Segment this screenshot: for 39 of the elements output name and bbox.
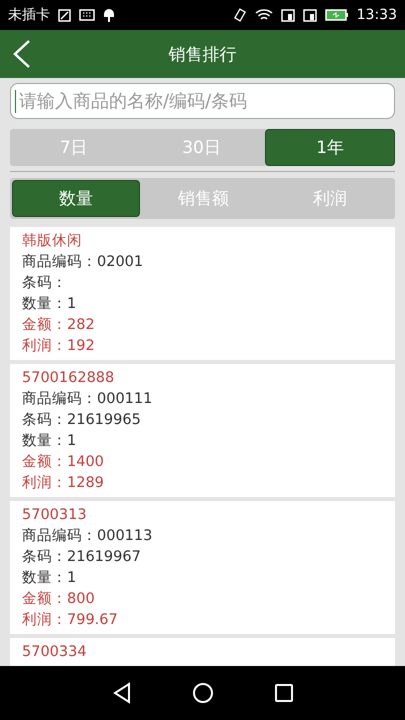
sim-icon — [280, 8, 295, 22]
back-icon[interactable] — [112, 682, 132, 704]
recents-icon[interactable] — [274, 683, 294, 703]
wifi-icon — [254, 8, 273, 22]
tab[interactable]: 1年 — [265, 129, 396, 166]
detail-text: 数量：1 — [22, 295, 78, 314]
tab[interactable]: 数量 — [12, 180, 140, 217]
amount-text: 利润：192 — [22, 336, 96, 356]
product-card[interactable]: 5700313 商品编码：000113 条码：21619967 数量：1 金额：800 利润：799.67 — [10, 501, 395, 634]
detail-text: 数量：1 — [22, 432, 78, 451]
back-icon[interactable] — [12, 39, 32, 69]
home-icon[interactable] — [192, 682, 214, 704]
product-name: 5700334 — [22, 643, 88, 662]
keyboard-icon — [79, 9, 95, 21]
carrier-text: 未插卡 — [8, 6, 50, 24]
detail-text: 商品编码：000113 — [22, 526, 154, 546]
product-name: 5700313 — [22, 506, 88, 525]
battery-icon — [324, 9, 349, 21]
amount-text: 利润：799.67 — [22, 610, 119, 630]
detail-text: 商品编码：000111 — [22, 390, 154, 409]
search-field[interactable]: 请输入商品的名称/编码/条码 — [10, 83, 395, 119]
sim-icon — [302, 8, 317, 22]
amount-text: 金额：282 — [22, 316, 96, 335]
clock-text: 13:33 — [356, 7, 397, 23]
detail-text: 商品编码：02001 — [22, 252, 144, 272]
product-card[interactable]: 5700162888 商品编码：000111 条码：21619965 数量：1 金额：1400 利润：1289 — [10, 364, 395, 497]
product-name: 韩版休闲 — [22, 232, 83, 251]
amount-text: 金额：1400 — [22, 452, 105, 472]
product-card[interactable]: 韩版休闲 商品编码：02001 条码： 数量：1 金额：282 利润：192 — [10, 227, 395, 360]
amount-text: 金额：800 — [22, 590, 96, 609]
image-icon — [58, 8, 71, 22]
detail-text: 条码： — [22, 274, 68, 293]
amount-text: 利润：1289 — [22, 474, 105, 493]
product-card[interactable]: 5700334 — [10, 638, 395, 666]
detail-text: 数量：1 — [22, 569, 78, 588]
page-title: 销售排行 — [168, 44, 236, 66]
product-name: 5700162888 — [22, 369, 116, 388]
detail-text: 条码：21619965 — [22, 411, 142, 430]
detail-text: 条码：21619967 — [22, 548, 142, 567]
